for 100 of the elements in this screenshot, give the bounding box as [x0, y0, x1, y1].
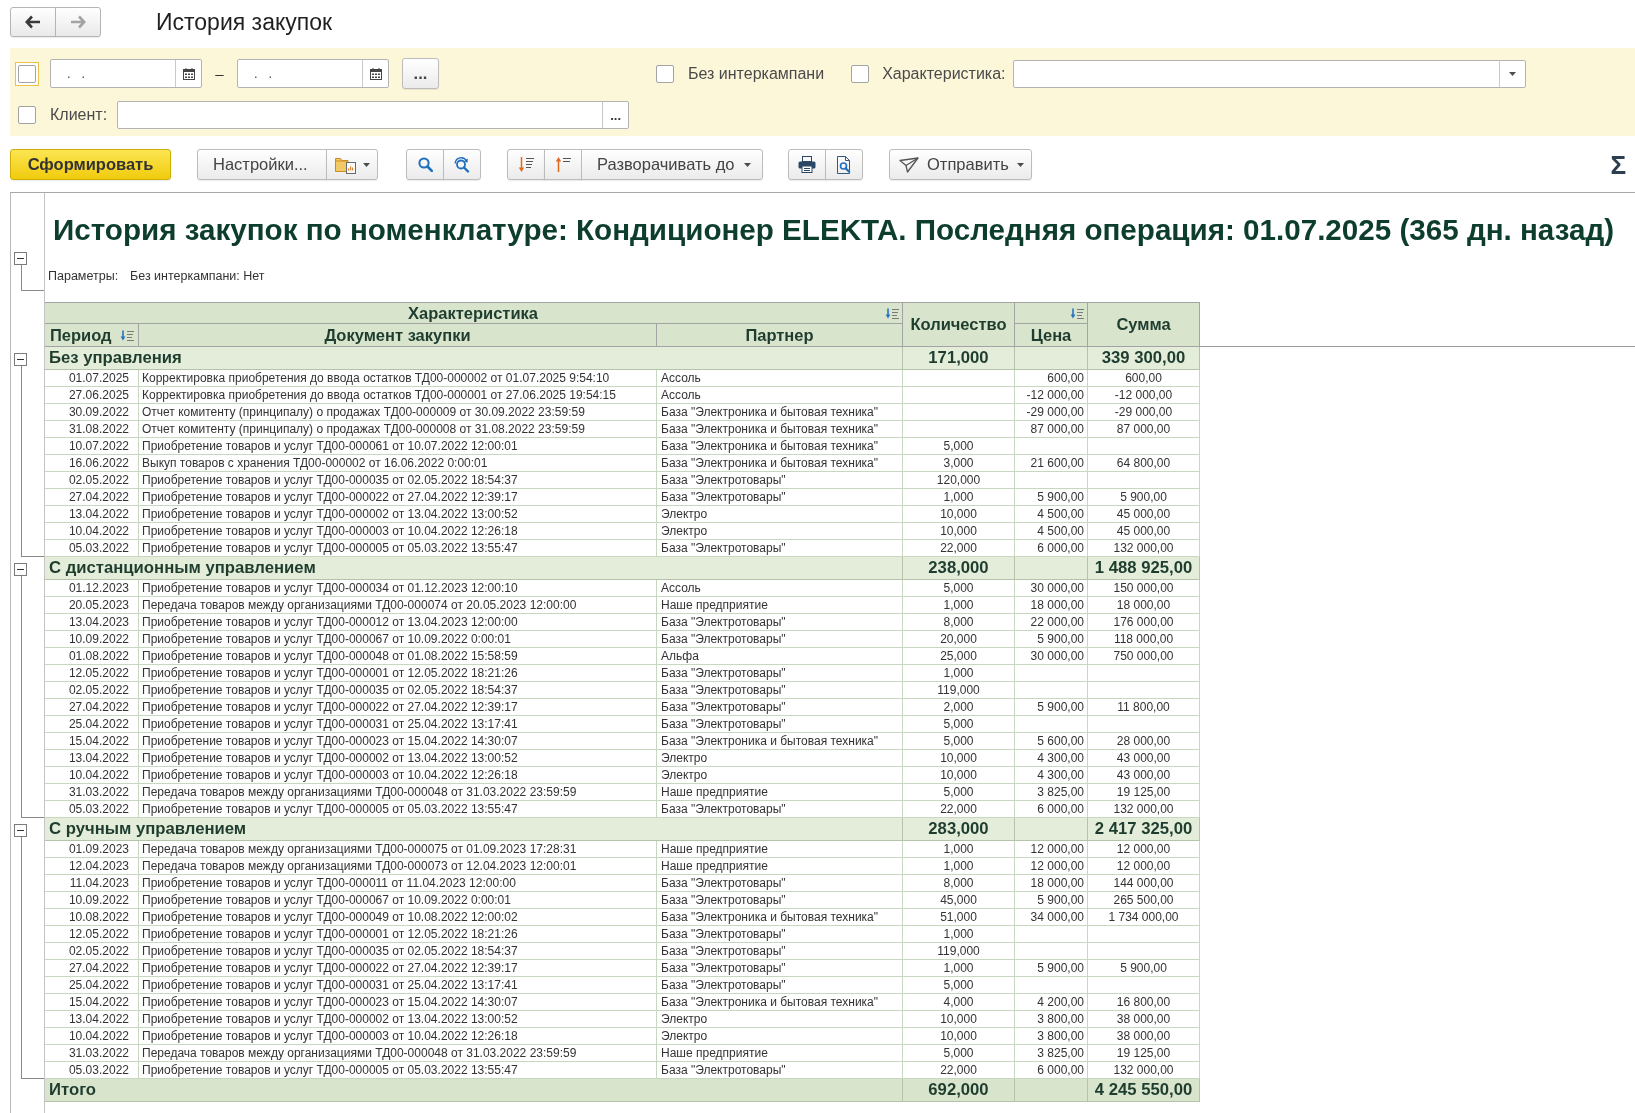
column-header: Документ закупки: [139, 324, 657, 347]
table-cell: 10,000: [903, 1011, 1015, 1027]
table-cell: 05.03.2022: [45, 1062, 139, 1078]
send-button[interactable]: Отправить: [889, 149, 1032, 180]
table-cell: -12 000,00: [1015, 387, 1088, 403]
checkbox[interactable]: [851, 64, 870, 83]
table-cell: 5 600,00: [1015, 733, 1088, 749]
table-cell: 28 000,00: [1088, 733, 1200, 749]
search-again-button[interactable]: [443, 149, 481, 180]
table-cell: 05.03.2022: [45, 540, 139, 556]
table-cell: 16.06.2022: [45, 455, 139, 471]
settings-button[interactable]: Настройки...: [197, 149, 327, 180]
date-field[interactable]: . .: [50, 59, 202, 88]
table-cell: 176 000,00: [1088, 614, 1200, 630]
table-cell: 10,000: [903, 523, 1015, 539]
expand-to-button[interactable]: Разворачивать до: [581, 149, 763, 180]
back-button[interactable]: [10, 7, 56, 37]
minus-box-icon[interactable]: [14, 824, 27, 837]
column-header: Характеристика: [408, 303, 538, 323]
field-label: Характеристика:: [882, 64, 1006, 83]
table-cell: Альфа: [657, 648, 903, 664]
table-cell: 10,000: [903, 506, 1015, 522]
preview-button[interactable]: [825, 149, 863, 180]
sort-icon[interactable]: [119, 329, 134, 341]
table-cell: 132 000,00: [1088, 1062, 1200, 1078]
table-cell: 1,000: [903, 597, 1015, 613]
table-cell: База "Электротовары": [657, 1062, 903, 1078]
print-button[interactable]: [788, 149, 826, 180]
minus-box-icon[interactable]: [14, 353, 27, 366]
minus-box-icon[interactable]: [14, 252, 27, 265]
table-cell: База "Электротовары": [657, 943, 903, 959]
choose-button[interactable]: ...: [602, 102, 629, 128]
table-cell: 01.12.2023: [45, 580, 139, 596]
sort-descending-icon: [517, 156, 535, 173]
table-cell: 31.03.2022: [45, 784, 139, 800]
sum-button[interactable]: Σ: [1608, 150, 1628, 179]
period-button[interactable]: ...: [402, 58, 439, 89]
input-field[interactable]: ...: [117, 101, 630, 129]
table-cell: 18 000,00: [1088, 597, 1200, 613]
table-cell: Приобретение товаров и услуг ТД00-000022 от 27.04.2022 12:39:17: [139, 960, 657, 976]
table-cell: 3 800,00: [1015, 1011, 1088, 1027]
caret-icon: [1016, 162, 1024, 167]
table-cell: 87 000,00: [1015, 421, 1088, 437]
table-cell: Приобретение товаров и услуг ТД00-000035 от 02.05.2022 18:54:37: [139, 472, 657, 488]
dropdown-field[interactable]: [1012, 59, 1526, 88]
table-cell: -29 000,00: [1088, 404, 1200, 420]
table-cell: 18 000,00: [1015, 597, 1088, 613]
sort-ascending-button[interactable]: [544, 149, 582, 180]
table-cell: 25.04.2022: [45, 716, 139, 732]
table-cell: Приобретение товаров и услуг ТД00-000011 от 11.04.2023 12:00:00: [139, 875, 657, 891]
calendar-icon: [182, 67, 195, 80]
table-cell: База "Электротовары": [657, 631, 903, 647]
sort-icon[interactable]: [885, 307, 899, 319]
table-cell: 1,000: [903, 841, 1015, 857]
table-cell: База "Электротовары": [657, 489, 903, 505]
report-title: История закупок по номенклатуре: Кондиционер ELEKTA. Последняя операция: 01.07.2025 (365 дн. назад): [53, 212, 1615, 248]
table-cell: Приобретение товаров и услуг ТД00-000067 от 10.09.2022 0:00:01: [139, 892, 657, 908]
table-cell: Электро: [657, 1028, 903, 1044]
checkbox[interactable]: [18, 106, 36, 124]
table-cell: База "Электроника и бытовая техника": [657, 421, 903, 437]
table-cell: Приобретение товаров и услуг ТД00-000005 от 05.03.2022 13:55:47: [139, 1062, 657, 1078]
table-cell: 5 900,00: [1015, 489, 1088, 505]
table-cell: 10.09.2022: [45, 892, 139, 908]
parameters-value: Без интеркампани: Нет: [130, 268, 265, 284]
table-cell: 4 300,00: [1015, 767, 1088, 783]
checkbox[interactable]: [656, 64, 674, 83]
table-cell: 22,000: [903, 1062, 1015, 1078]
generate-button[interactable]: Сформировать: [10, 149, 171, 180]
table-cell: Наше предприятие: [657, 597, 903, 613]
table-cell: 15.04.2022: [45, 733, 139, 749]
table-cell: 27.04.2022: [45, 699, 139, 715]
table-cell: 05.03.2022: [45, 801, 139, 817]
minus-box-icon[interactable]: [14, 563, 27, 576]
table-cell: 51,000: [903, 909, 1015, 925]
table-cell: 13.04.2022: [45, 1011, 139, 1027]
table-cell: 5,000: [903, 580, 1015, 596]
sort-ascending-icon: [554, 156, 572, 173]
table-cell: Приобретение товаров и услуг ТД00-000003 от 10.04.2022 12:26:18: [139, 1028, 657, 1044]
table-cell: 5,000: [903, 977, 1015, 993]
table-cell: Приобретение товаров и услуг ТД00-000023 от 15.04.2022 14:30:07: [139, 994, 657, 1010]
table-cell: 18 000,00: [1015, 875, 1088, 891]
caret-icon: [743, 162, 751, 167]
table-cell: 45 000,00: [1088, 523, 1200, 539]
table-cell: Электро: [657, 506, 903, 522]
table-cell: Наше предприятие: [657, 858, 903, 874]
table-cell: 8,000: [903, 875, 1015, 891]
date-field[interactable]: . .: [237, 59, 389, 88]
table-cell: 600,00: [1015, 370, 1088, 386]
search-button[interactable]: [406, 149, 444, 180]
table-cell: 30.09.2022: [45, 404, 139, 420]
sort-icon[interactable]: [1070, 307, 1084, 319]
group-cell: 1 488 925,00: [1088, 557, 1200, 579]
variants-button[interactable]: [326, 149, 378, 180]
date-separator: –: [214, 65, 225, 82]
table-cell: 10.04.2022: [45, 767, 139, 783]
table-cell: 10.09.2022: [45, 631, 139, 647]
table-cell: 02.05.2022: [45, 682, 139, 698]
table-cell: 4 500,00: [1015, 523, 1088, 539]
table-cell: База "Электротовары": [657, 699, 903, 715]
sort-descending-button[interactable]: [507, 149, 545, 180]
